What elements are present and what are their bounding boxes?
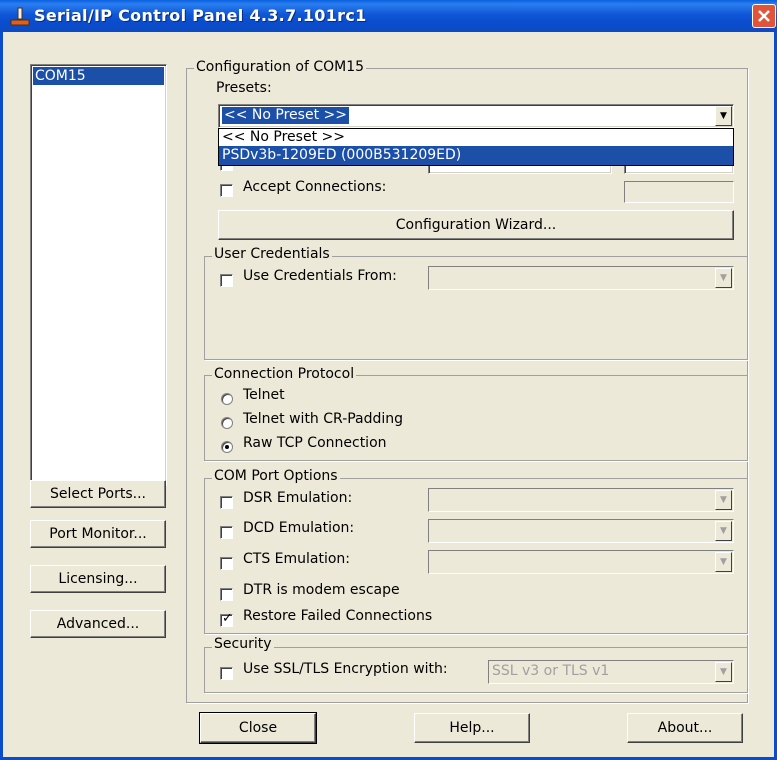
dtr-modem-escape-label: DTR is modem escape — [243, 582, 400, 598]
accept-connections-checkbox[interactable] — [220, 184, 233, 197]
use-credentials-checkbox[interactable] — [220, 274, 233, 287]
cts-emulation-label: CTS Emulation: — [243, 551, 351, 567]
use-ssl-label: Use SSL/TLS Encryption with: — [243, 661, 448, 677]
close-button[interactable]: Close — [199, 712, 317, 744]
presets-dropdown-list[interactable]: << No Preset >> PSDv3b-1209ED (000B53120… — [218, 128, 734, 166]
about-button[interactable]: About... — [627, 713, 743, 743]
dropdown-arrow-icon[interactable]: ▼ — [715, 662, 732, 682]
dropdown-arrow-icon[interactable]: ▼ — [715, 552, 732, 572]
dcd-emulation-checkbox[interactable] — [220, 526, 233, 539]
configuration-wizard-button[interactable]: Configuration Wizard... — [218, 210, 734, 240]
dtr-modem-escape-checkbox[interactable] — [220, 588, 233, 601]
restore-failed-connections-label: Restore Failed Connections — [243, 608, 433, 624]
app-icon — [10, 7, 30, 26]
com-port-options-label: COM Port Options — [212, 468, 340, 484]
ssl-version-value: SSL v3 or TLS v1 — [492, 663, 610, 679]
port-list-item[interactable]: COM15 — [33, 67, 164, 85]
security-label: Security — [212, 636, 274, 652]
presets-option-selected[interactable]: PSDv3b-1209ED (000B531209ED) — [219, 146, 733, 165]
ssl-version-combo[interactable]: SSL v3 or TLS v1 ▼ — [488, 660, 734, 684]
dropdown-arrow-icon[interactable]: ▼ — [715, 490, 732, 510]
credentials-source-combo[interactable]: ▼ — [428, 266, 734, 290]
use-credentials-label: Use Credentials From: — [243, 268, 397, 284]
connection-protocol-label: Connection Protocol — [212, 366, 357, 382]
presets-option[interactable]: << No Preset >> — [222, 129, 345, 146]
accept-port-field[interactable] — [624, 181, 734, 203]
close-icon — [758, 10, 770, 22]
raw-tcp-label: Raw TCP Connection — [243, 435, 387, 451]
presets-label: Presets: — [216, 80, 272, 96]
advanced-button[interactable]: Advanced... — [30, 610, 166, 638]
user-credentials-label: User Credentials — [212, 246, 332, 262]
port-monitor-button[interactable]: Port Monitor... — [30, 520, 166, 548]
dropdown-arrow-icon[interactable]: ▼ — [715, 268, 732, 288]
port-list[interactable]: COM15 — [30, 64, 167, 486]
telnet-cr-padding-label: Telnet with CR-Padding — [243, 411, 404, 427]
telnet-radio[interactable] — [221, 393, 233, 405]
restore-failed-connections-checkbox[interactable] — [220, 611, 233, 627]
configuration-group-label: Configuration of COM15 — [194, 59, 367, 75]
dcd-emulation-label: DCD Emulation: — [243, 520, 355, 536]
dropdown-arrow-icon[interactable]: ▼ — [715, 106, 732, 126]
select-ports-button[interactable]: Select Ports... — [30, 480, 166, 508]
licensing-button[interactable]: Licensing... — [30, 565, 166, 593]
dsr-emulation-combo[interactable]: ▼ — [428, 488, 734, 512]
presets-combo-value: << No Preset >> — [222, 107, 349, 124]
telnet-label: Telnet — [243, 387, 285, 403]
raw-tcp-radio[interactable] — [221, 441, 233, 453]
presets-combo[interactable]: << No Preset >> ▼ — [218, 104, 734, 128]
cts-emulation-combo[interactable]: ▼ — [428, 550, 734, 574]
accept-connections-label: Accept Connections: — [243, 179, 387, 195]
dsr-emulation-checkbox[interactable] — [220, 496, 233, 509]
window-title: Serial/IP Control Panel 4.3.7.101rc1 — [34, 6, 367, 25]
help-button[interactable]: Help... — [414, 713, 530, 743]
dsr-emulation-label: DSR Emulation: — [243, 490, 353, 506]
dcd-emulation-combo[interactable]: ▼ — [428, 519, 734, 543]
telnet-cr-padding-radio[interactable] — [221, 417, 233, 429]
close-window-button[interactable] — [752, 4, 776, 28]
dropdown-arrow-icon[interactable]: ▼ — [715, 521, 732, 541]
cts-emulation-checkbox[interactable] — [220, 557, 233, 570]
use-ssl-checkbox[interactable] — [220, 667, 233, 680]
